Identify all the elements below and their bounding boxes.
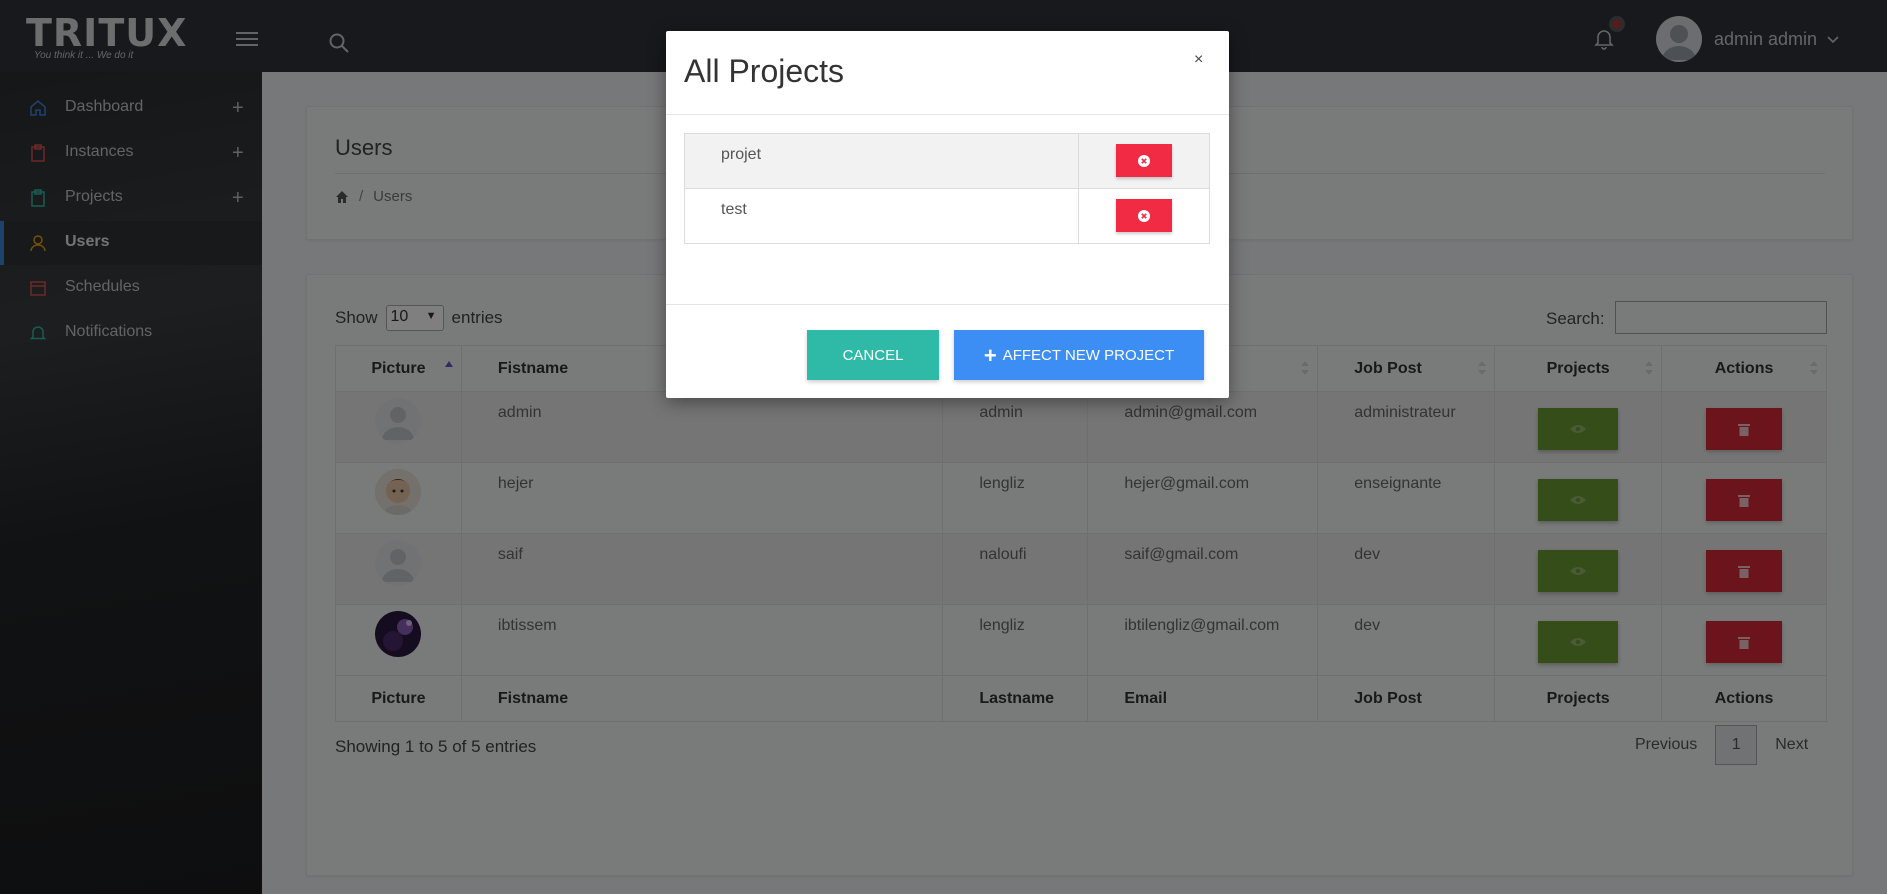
divider	[666, 114, 1229, 115]
close-circle-icon	[1138, 209, 1151, 222]
plus-icon: +	[983, 342, 997, 368]
project-action-cell	[1078, 133, 1210, 189]
table-row: projet	[683, 133, 1210, 189]
affect-button-label: AFFECT NEW PROJECT	[1002, 346, 1175, 364]
close-icon[interactable]: ×	[1194, 51, 1203, 69]
remove-project-button[interactable]	[1116, 144, 1173, 177]
table-row: test	[683, 188, 1210, 244]
cancel-button[interactable]: CANCEL	[807, 330, 939, 380]
close-circle-icon	[1138, 154, 1151, 167]
modal-title: All Projects	[684, 53, 845, 89]
project-name: projet	[683, 133, 1080, 189]
project-name: test	[683, 188, 1080, 244]
project-action-cell	[1078, 188, 1210, 244]
affect-new-project-button[interactable]: + AFFECT NEW PROJECT	[954, 330, 1204, 380]
divider	[666, 304, 1229, 305]
all-projects-modal: All Projects × projet test CANCEL + AFFE…	[666, 31, 1229, 398]
projects-table: projet test	[683, 133, 1210, 244]
remove-project-button[interactable]	[1116, 199, 1173, 232]
